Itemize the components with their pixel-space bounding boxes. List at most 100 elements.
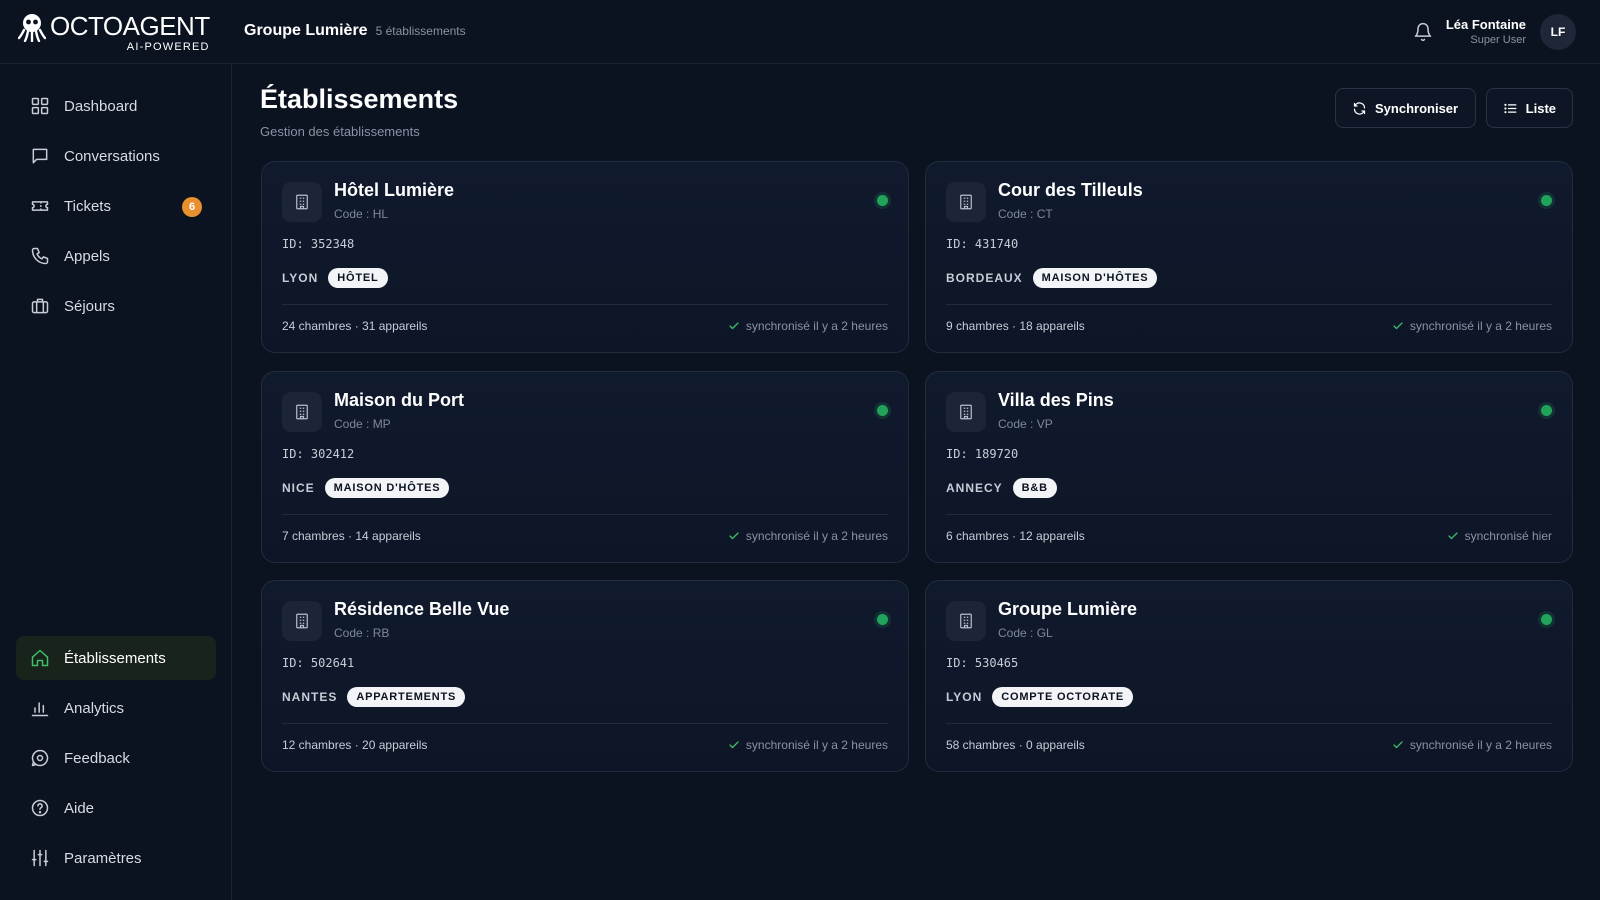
- sync-status: synchronisé il y a 2 heures: [1392, 738, 1552, 752]
- establishment-stats: 58 chambres · 0 appareils: [946, 738, 1085, 752]
- list-view-button-label: Liste: [1525, 100, 1556, 116]
- organization-selector[interactable]: Groupe Lumière 5 établissements: [244, 22, 466, 40]
- establishment-code: Code : VP: [998, 417, 1053, 431]
- card-divider: [946, 514, 1552, 515]
- establishment-stats: 24 chambres · 31 appareils: [282, 319, 428, 333]
- check-icon: [729, 741, 739, 749]
- status-indicator: [1541, 405, 1552, 416]
- building-icon: [946, 601, 986, 641]
- card-divider: [946, 304, 1552, 305]
- establishment-code: Code : CT: [998, 207, 1053, 221]
- establishment-city: NANTES: [282, 690, 338, 704]
- sidebar-item-dashboard[interactable]: Dashboard: [16, 84, 216, 128]
- bar-chart-icon: [31, 702, 49, 717]
- octoagent-logo[interactable]: OCTOAGENT AI-POWERED: [18, 12, 210, 54]
- building-icon: [282, 392, 322, 432]
- sidebar-item-label: Conversations: [64, 147, 160, 165]
- sidebar-item-label: Établissements: [64, 649, 166, 667]
- sidebar-item-sejours[interactable]: Séjours: [16, 284, 216, 328]
- page-subtitle: Gestion des établissements: [260, 124, 420, 139]
- sync-status-text: synchronisé il y a 2 heures: [1409, 738, 1552, 752]
- sidebar-item-label: Séjours: [64, 297, 115, 315]
- user-info[interactable]: Léa Fontaine Super User: [1446, 16, 1526, 47]
- establishment-name: Villa des Pins: [998, 390, 1114, 410]
- bell-icon[interactable]: [1413, 22, 1433, 42]
- building-icon: [946, 182, 986, 222]
- establishment-card[interactable]: Villa des Pins Code : VP ID: 189720 ANNE…: [925, 371, 1573, 563]
- establishment-card[interactable]: Groupe Lumière Code : GL ID: 530465 LYON…: [925, 580, 1573, 772]
- establishment-id: ID: 352348: [282, 237, 355, 251]
- establishment-card[interactable]: Cour des Tilleuls Code : CT ID: 431740 B…: [925, 161, 1573, 353]
- establishment-stats: 6 chambres · 12 appareils: [946, 529, 1085, 543]
- sidebar-item-analytics[interactable]: Analytics: [16, 686, 216, 730]
- sidebar-item-label: Dashboard: [64, 97, 138, 115]
- user-name: Léa Fontaine: [1445, 17, 1526, 32]
- establishment-card[interactable]: Maison du Port Code : MP ID: 302412 NICE…: [261, 371, 909, 563]
- sidebar-item-appels[interactable]: Appels: [16, 234, 216, 278]
- establishment-type-badge: HÔTEL: [328, 268, 388, 288]
- status-indicator: [877, 195, 888, 206]
- suitcase-icon: [31, 298, 49, 314]
- establishment-code: Code : GL: [998, 626, 1053, 640]
- sidebar-item-parametres[interactable]: Paramètres: [16, 836, 216, 880]
- establishment-name: Résidence Belle Vue: [334, 599, 510, 619]
- sync-status-text: synchronisé hier: [1464, 529, 1552, 543]
- sliders-icon: [31, 849, 49, 867]
- establishment-stats: 9 chambres · 18 appareils: [946, 319, 1085, 333]
- status-indicator: [877, 614, 888, 625]
- phone-icon: [31, 247, 49, 265]
- status-indicator: [1541, 614, 1552, 625]
- check-icon: [1448, 532, 1458, 540]
- list-icon: [1504, 103, 1517, 113]
- establishment-city: LYON: [946, 690, 983, 704]
- sidebar-item-feedback[interactable]: Feedback: [16, 736, 216, 780]
- establishment-card[interactable]: Résidence Belle Vue Code : RB ID: 502641…: [261, 580, 909, 772]
- establishment-name: Groupe Lumière: [998, 599, 1138, 619]
- establishment-name: Cour des Tilleuls: [998, 180, 1143, 200]
- sidebar-item-conversations[interactable]: Conversations: [16, 134, 216, 178]
- sidebar-item-etablissements[interactable]: Établissements: [16, 636, 216, 680]
- status-indicator: [877, 405, 888, 416]
- sidebar-item-tickets[interactable]: Tickets 6: [16, 184, 216, 228]
- top-bar: OCTOAGENT AI-POWERED Groupe Lumière 5 ét…: [0, 0, 1600, 64]
- sidebar-item-aide[interactable]: Aide: [16, 786, 216, 830]
- sidebar-item-label: Tickets: [64, 197, 111, 215]
- sync-status: synchronisé hier: [1447, 529, 1552, 543]
- establishment-id: ID: 189720: [946, 447, 1019, 461]
- page-title: Établissements: [260, 84, 459, 114]
- check-icon: [1393, 741, 1403, 749]
- establishment-city: ANNECY: [946, 481, 1003, 495]
- sync-button-label: Synchroniser: [1375, 100, 1459, 116]
- sync-status: synchronisé il y a 2 heures: [728, 529, 888, 543]
- establishment-city: NICE: [282, 481, 315, 495]
- list-view-button[interactable]: Liste: [1486, 88, 1573, 128]
- establishment-code: Code : MP: [334, 417, 391, 431]
- sync-status-text: synchronisé il y a 2 heures: [745, 319, 888, 333]
- grid-icon: [31, 97, 49, 115]
- sync-status: synchronisé il y a 2 heures: [1392, 319, 1552, 333]
- feedback-icon: [31, 749, 49, 767]
- building-icon: [282, 182, 322, 222]
- establishment-city: BORDEAUX: [946, 271, 1023, 285]
- establishment-id: ID: 502641: [282, 656, 355, 670]
- octopus-icon: [18, 14, 46, 42]
- avatar[interactable]: LF: [1540, 14, 1576, 50]
- org-name: Groupe Lumière: [244, 22, 368, 39]
- card-divider: [282, 514, 888, 515]
- tickets-count-badge: 6: [182, 197, 202, 217]
- sync-button[interactable]: Synchroniser: [1335, 88, 1476, 128]
- card-divider: [282, 304, 888, 305]
- logo-tagline: AI-POWERED: [126, 41, 210, 53]
- check-icon: [729, 322, 739, 330]
- sidebar-item-label: Feedback: [64, 749, 130, 767]
- org-establishment-count: 5 établissements: [375, 24, 466, 38]
- sync-status-text: synchronisé il y a 2 heures: [745, 738, 888, 752]
- establishment-name: Maison du Port: [334, 390, 464, 410]
- logo-wordmark: OCTOAGENT: [50, 11, 210, 41]
- establishment-stats: 12 chambres · 20 appareils: [282, 738, 428, 752]
- status-indicator: [1541, 195, 1552, 206]
- check-icon: [1393, 322, 1403, 330]
- ticket-icon: [31, 201, 49, 211]
- establishment-card[interactable]: Hôtel Lumière Code : HL ID: 352348 LYON …: [261, 161, 909, 353]
- card-divider: [282, 723, 888, 724]
